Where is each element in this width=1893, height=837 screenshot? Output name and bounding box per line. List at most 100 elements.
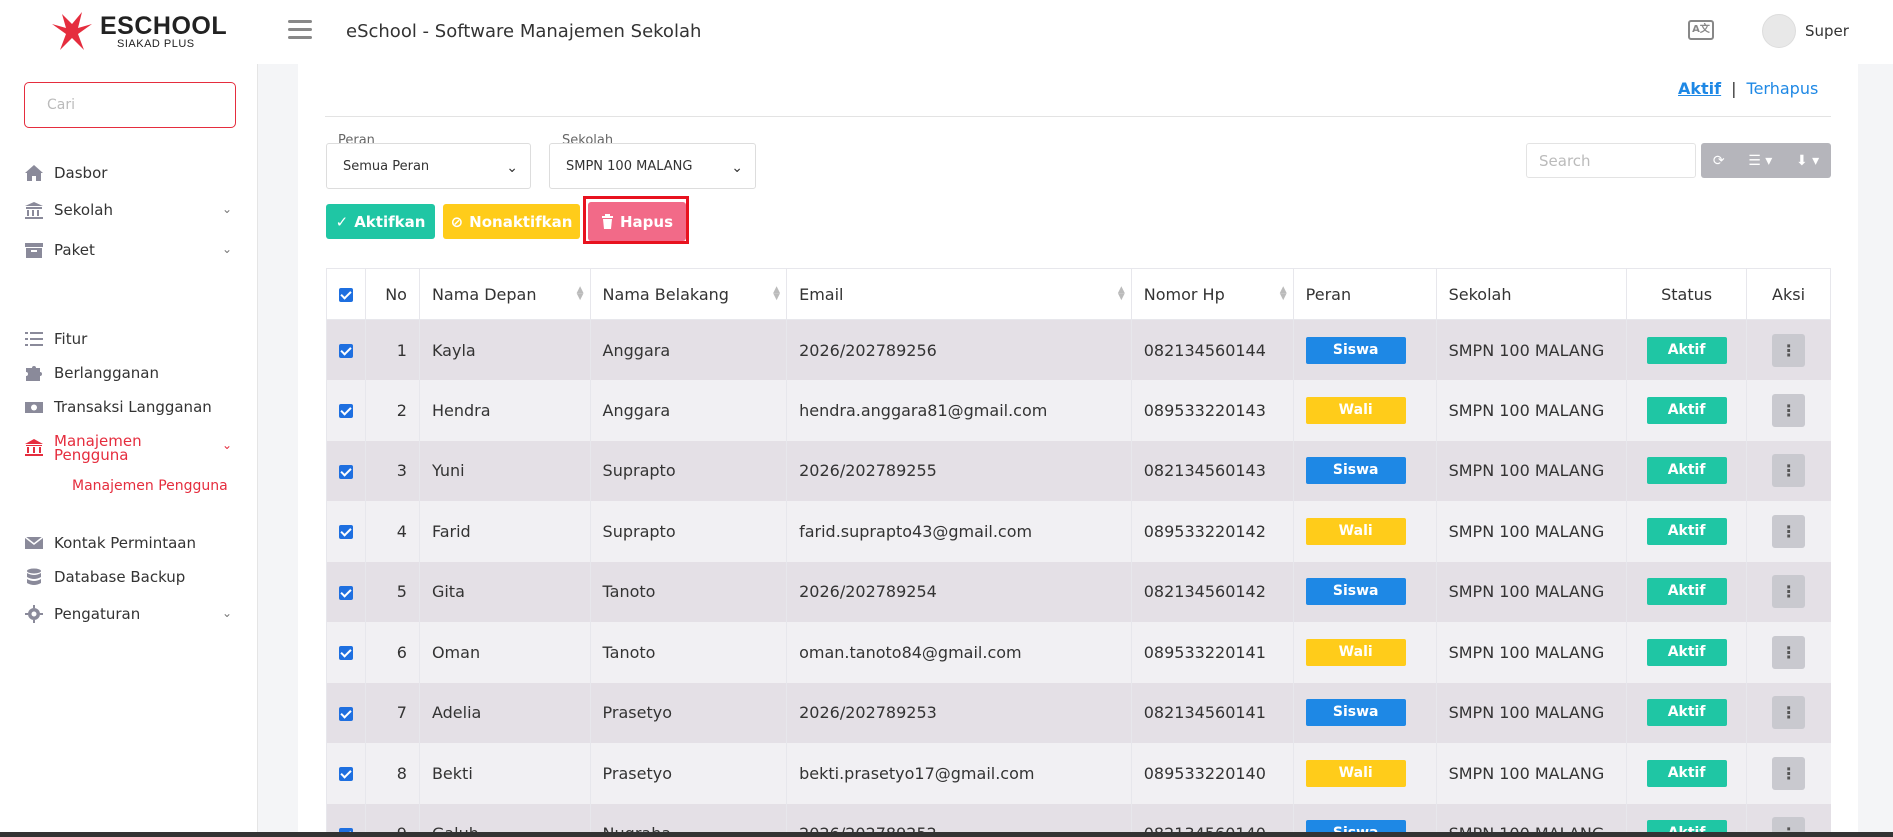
more-actions-icon[interactable]: ⋮ (1772, 514, 1806, 548)
row-checkbox[interactable] (326, 561, 366, 622)
cell-status: Aktif (1626, 440, 1747, 501)
user-name[interactable]: Super (1805, 22, 1849, 40)
eschool-logo[interactable]: ESCHOOL SIAKAD PLUS (48, 10, 228, 55)
role-badge: Siswa (1305, 578, 1406, 606)
more-actions-icon[interactable]: ⋮ (1772, 454, 1806, 488)
more-actions-icon[interactable]: ⋮ (1772, 333, 1806, 367)
download-icon[interactable]: ⬇ ▾ (1796, 153, 1819, 169)
chevron-down-icon: ⌄ (221, 202, 232, 216)
tab-terhapus[interactable]: Terhapus (1747, 79, 1819, 98)
table-row[interactable]: 5 Gita Tanoto 2026/202789254 082134560142 Sis… (326, 561, 1831, 622)
table-row[interactable]: 4 Farid Suprapto farid.suprapto43@gmail.com… (326, 501, 1831, 562)
col-first-name-label: Nama Depan (431, 284, 537, 304)
cell-no: 3 (365, 440, 420, 501)
activate-button[interactable]: ✓ Aktifkan (326, 204, 435, 239)
sidebar-item-manajemen-pengguna[interactable]: Manajemen Pengguna ⌄ (24, 434, 236, 468)
role-badge: Siswa (1305, 457, 1406, 485)
table-row[interactable]: 3 Yuni Suprapto 2026/202789255 082134560143 S… (326, 440, 1831, 501)
cell-role: Wali (1292, 501, 1437, 562)
table-row[interactable]: 1 Kayla Anggara 2026/202789256 082134560144 S… (326, 319, 1831, 380)
users-table: No Nama Depan ▲ ▼ Nama Belakang ▲ ▼ Email ▲ ▼ … (326, 268, 1831, 837)
col-no[interactable]: No (365, 268, 420, 320)
sort-icon: ▲ ▼ (1279, 285, 1287, 302)
cell-phone: 089533220140 (1130, 743, 1294, 804)
cell-role: Siswa (1292, 561, 1437, 622)
row-checkbox[interactable] (326, 622, 366, 683)
sidebar-item-transaksi-langganan[interactable]: Transaksi Langganan (24, 395, 236, 419)
sidebar-search-input[interactable] (24, 82, 236, 128)
cell-role: Wali (1292, 380, 1437, 441)
col-email-label: Email (799, 284, 844, 304)
submenu-manajemen-pengguna[interactable]: Manajemen Pengguna (72, 478, 228, 494)
cell-action: ⋮ (1746, 501, 1831, 562)
sort-icon: ▲ ▼ (576, 285, 584, 302)
role-badge: Siswa (1305, 699, 1406, 727)
select-all-checkbox[interactable] (326, 268, 366, 320)
row-checkbox[interactable] (326, 380, 366, 441)
more-actions-icon[interactable]: ⋮ (1772, 393, 1806, 427)
role-filter-select[interactable]: Semua Peran ⌄ (326, 143, 531, 189)
role-badge: Wali (1305, 396, 1406, 424)
sidebar-item-database-backup[interactable]: Database Backup (24, 565, 236, 589)
sidebar-item-sekolah[interactable]: Sekolah ⌄ (24, 198, 236, 222)
cell-last-name: Prasetyo (589, 743, 787, 804)
more-actions-icon[interactable]: ⋮ (1772, 756, 1806, 790)
cell-role: Wali (1292, 622, 1437, 683)
cell-phone: 082134560141 (1130, 682, 1294, 743)
more-actions-icon[interactable]: ⋮ (1772, 635, 1806, 669)
cell-status: Aktif (1626, 561, 1747, 622)
cell-email: 2026/202789254 (786, 561, 1132, 622)
sidebar-item-paket[interactable]: Paket ⌄ (24, 238, 236, 262)
row-checkbox[interactable] (326, 319, 366, 380)
language-icon[interactable]: A文 (1688, 20, 1714, 40)
deactivate-button[interactable]: ⊘ Nonaktifkan (443, 204, 580, 239)
table-search-input[interactable] (1526, 143, 1696, 178)
role-badge: Wali (1305, 638, 1406, 666)
school-filter-select[interactable]: SMPN 100 MALANG ⌄ (549, 143, 756, 189)
row-checkbox[interactable] (326, 440, 366, 501)
columns-icon[interactable]: ☰ ▾ (1748, 153, 1772, 169)
cell-no: 7 (365, 682, 420, 743)
sidebar-item-label: Kontak Permintaan (54, 534, 197, 552)
table-row[interactable]: 6 Oman Tanoto oman.tanoto84@gmail.com 089533… (326, 622, 1831, 683)
sidebar-item-dasbor[interactable]: Dasbor (24, 161, 236, 185)
row-checkbox[interactable] (326, 501, 366, 562)
cell-no: 5 (365, 561, 420, 622)
ban-icon: ⊘ (450, 212, 464, 231)
menu-toggle-icon[interactable] (288, 20, 312, 40)
col-last-name[interactable]: Nama Belakang ▲ ▼ (589, 268, 788, 320)
cell-phone: 082134560144 (1130, 319, 1294, 380)
table-row[interactable]: 2 Hendra Anggara hendra.anggara81@gmail.com… (326, 380, 1831, 441)
sidebar-item-fitur[interactable]: Fitur (24, 327, 236, 351)
more-actions-icon[interactable]: ⋮ (1772, 696, 1806, 730)
cell-first-name: Kayla (418, 319, 591, 380)
table-row[interactable]: 8 Bekti Prasetyo bekti.prasetyo17@gmail.com… (326, 743, 1831, 804)
sidebar-item-pengaturan[interactable]: Pengaturan ⌄ (24, 602, 236, 626)
col-phone-label: Nomor Hp (1143, 284, 1225, 304)
avatar[interactable] (1762, 14, 1796, 48)
row-checkbox[interactable] (326, 682, 366, 743)
sidebar-item-label: Berlangganan (54, 364, 159, 382)
sidebar-item-berlangganan[interactable]: Berlangganan (24, 361, 236, 385)
sidebar-item-label: Fitur (54, 330, 88, 348)
table-row[interactable]: 7 Adelia Prasetyo 2026/202789253 08213456014… (326, 682, 1831, 743)
cell-first-name: Yuni (418, 440, 591, 501)
col-first-name[interactable]: Nama Depan ▲ ▼ (418, 268, 591, 320)
sidebar-item-kontak-permintaan[interactable]: Kontak Permintaan (24, 531, 236, 555)
building-icon (25, 439, 43, 456)
right-gutter (1858, 64, 1893, 837)
col-email[interactable]: Email ▲ ▼ (786, 268, 1132, 320)
cell-action: ⋮ (1746, 440, 1831, 501)
cell-role: Siswa (1292, 682, 1437, 743)
cell-role: Siswa (1292, 319, 1437, 380)
status-badge: Aktif (1646, 457, 1727, 485)
status-badge: Aktif (1646, 759, 1727, 787)
cell-action: ⋮ (1746, 380, 1831, 441)
col-phone[interactable]: Nomor Hp ▲ ▼ (1130, 268, 1294, 320)
tab-aktif[interactable]: Aktif (1678, 79, 1721, 98)
more-actions-icon[interactable]: ⋮ (1772, 575, 1806, 609)
row-checkbox[interactable] (326, 743, 366, 804)
package-icon (25, 243, 43, 258)
refresh-icon[interactable]: ⟳ (1713, 153, 1725, 169)
cell-action: ⋮ (1746, 622, 1831, 683)
